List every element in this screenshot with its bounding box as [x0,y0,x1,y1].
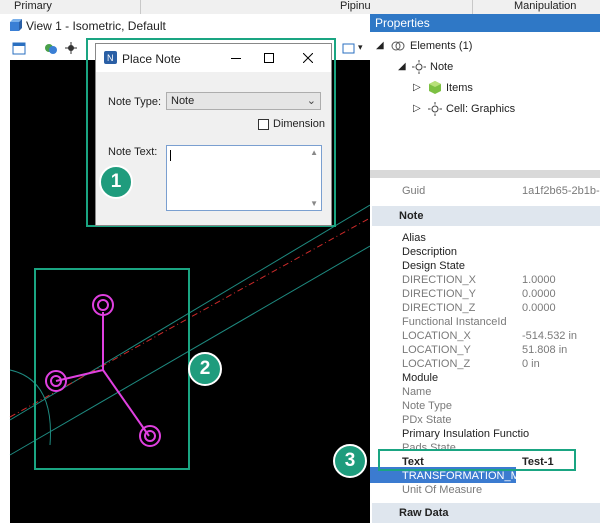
expand-arrow-icon[interactable]: ▷ [413,103,421,114]
dimension-label: Dimension [273,118,325,130]
section-note-header[interactable]: Note [372,206,600,226]
property-row[interactable]: DIRECTION_X 1.0000 [370,273,600,287]
dropdown-chevron-icon[interactable]: ▾ [358,42,363,53]
dialog-titlebar[interactable]: N Place Note [96,44,331,72]
property-row[interactable]: Alias [370,231,600,245]
property-row[interactable]: Unit Of Measure [370,483,600,497]
property-row[interactable]: Module [370,371,600,385]
callout-box-2 [34,268,190,470]
property-key: Description [402,246,458,258]
section-note-title: Note [399,210,424,222]
tree-item-elements[interactable]: Elements (1) [410,40,472,52]
property-value: -514.532 in [522,330,578,342]
minimize-icon[interactable] [231,58,241,60]
property-value: 0.0000 [522,288,556,300]
collapse-arrow-icon[interactable]: ◢ [376,40,384,51]
ribbon-tabs: Primary Pipinu Manipulation [0,0,600,15]
tree-item-cell-graphics[interactable]: Cell: Graphics [446,103,515,115]
view-cube-icon [10,19,22,31]
tree-item-items[interactable]: Items [446,82,473,94]
maximize-icon[interactable] [264,53,274,63]
property-row[interactable]: LOCATION_Y 51.808 in [370,343,600,357]
property-key: DIRECTION_Y [402,288,476,300]
property-row[interactable]: Design State [370,259,600,273]
tab-manipulation[interactable]: Manipulation [514,0,576,13]
property-key: Name [402,386,432,398]
callout-badge-3: 3 [333,444,367,478]
view-tools-icon[interactable] [342,42,356,55]
place-note-icon: N [104,51,117,64]
property-value: 51.808 in [522,344,568,356]
dialog-title: Place Note [122,52,181,66]
pane-splitter[interactable] [370,170,600,178]
properties-title: Properties [375,16,430,30]
property-row[interactable]: Name [370,385,600,399]
property-row[interactable]: DIRECTION_Y 0.0000 [370,287,600,301]
property-value: 0.0000 [522,302,556,314]
tab-piping[interactable]: Pipinu [340,0,371,13]
sun-icon [412,60,426,74]
property-key: PDx State [402,414,452,426]
scroll-down-icon[interactable]: ▼ [310,199,318,208]
callout-badge-2: 2 [188,352,222,386]
properties-header: Properties [370,14,600,32]
property-key: Alias [402,232,426,244]
callout-box-3 [378,449,576,471]
cube-icon [429,81,441,94]
elements-icon [391,41,405,51]
guid-value: 1a1f2b65-2b1b- [522,185,600,197]
property-key: Primary Insulation Functio [402,428,530,440]
property-row[interactable]: Primary Insulation Functio [370,427,600,441]
property-row[interactable]: PDx State [370,413,600,427]
levels-icon[interactable] [44,42,58,55]
property-value: 1.0000 [522,274,556,286]
view-attributes-icon[interactable] [12,42,26,55]
view-title: View 1 - Isometric, Default [26,19,166,33]
property-key: Design State [402,260,465,272]
property-key: Functional InstanceId [402,316,507,328]
property-key: DIRECTION_X [402,274,476,286]
view-titlebar: View 1 - Isometric, Default [0,14,370,39]
note-text-label: Note Text: [108,146,158,158]
property-key: TRANSFORMATION_MA [402,470,528,482]
property-key: LOCATION_X [402,330,471,342]
guid-label: Guid [402,185,426,197]
property-row[interactable]: Description [370,245,600,259]
property-key: Unit Of Measure [402,484,483,496]
note-type-label: Note Type: [108,96,161,108]
section-raw-data-header[interactable]: Raw Data [372,503,600,523]
property-value: 0 in [522,358,540,370]
property-row[interactable]: LOCATION_X -514.532 in [370,329,600,343]
svg-text:N: N [107,53,114,63]
collapse-arrow-icon[interactable]: ◢ [398,61,406,72]
property-key: Note Type [402,400,452,412]
note-text-input[interactable]: ▲ ▼ [166,145,322,211]
note-type-select[interactable]: Note ⌄ [166,92,321,110]
note-type-value: Note [171,95,195,107]
sun-icon [428,102,442,116]
tab-primary[interactable]: Primary [14,0,52,13]
property-row[interactable]: Functional InstanceId [370,315,600,329]
tree-item-note[interactable]: Note [430,61,453,73]
expand-arrow-icon[interactable]: ▷ [413,82,421,93]
text-caret [170,150,171,161]
property-key: Module [402,372,439,384]
close-icon[interactable] [303,53,313,63]
property-key: LOCATION_Y [402,344,471,356]
section-raw-data-title: Raw Data [399,507,449,519]
scroll-up-icon[interactable]: ▲ [310,148,318,157]
chevron-down-icon: ⌄ [306,95,316,107]
property-row[interactable]: Note Type [370,399,600,413]
callout-badge-1: 1 [99,165,133,199]
property-row[interactable]: LOCATION_Z 0 in [370,357,600,371]
property-row[interactable]: DIRECTION_Z 0.0000 [370,301,600,315]
property-row[interactable]: TRANSFORMATION_MA [370,469,600,483]
property-key: LOCATION_Z [402,358,471,370]
place-note-dialog: N Place Note Note Type: Note ⌄ Dimension… [95,43,332,226]
lights-icon[interactable] [64,42,78,55]
dimension-checkbox[interactable] [258,119,269,130]
property-key: DIRECTION_Z [402,302,476,314]
